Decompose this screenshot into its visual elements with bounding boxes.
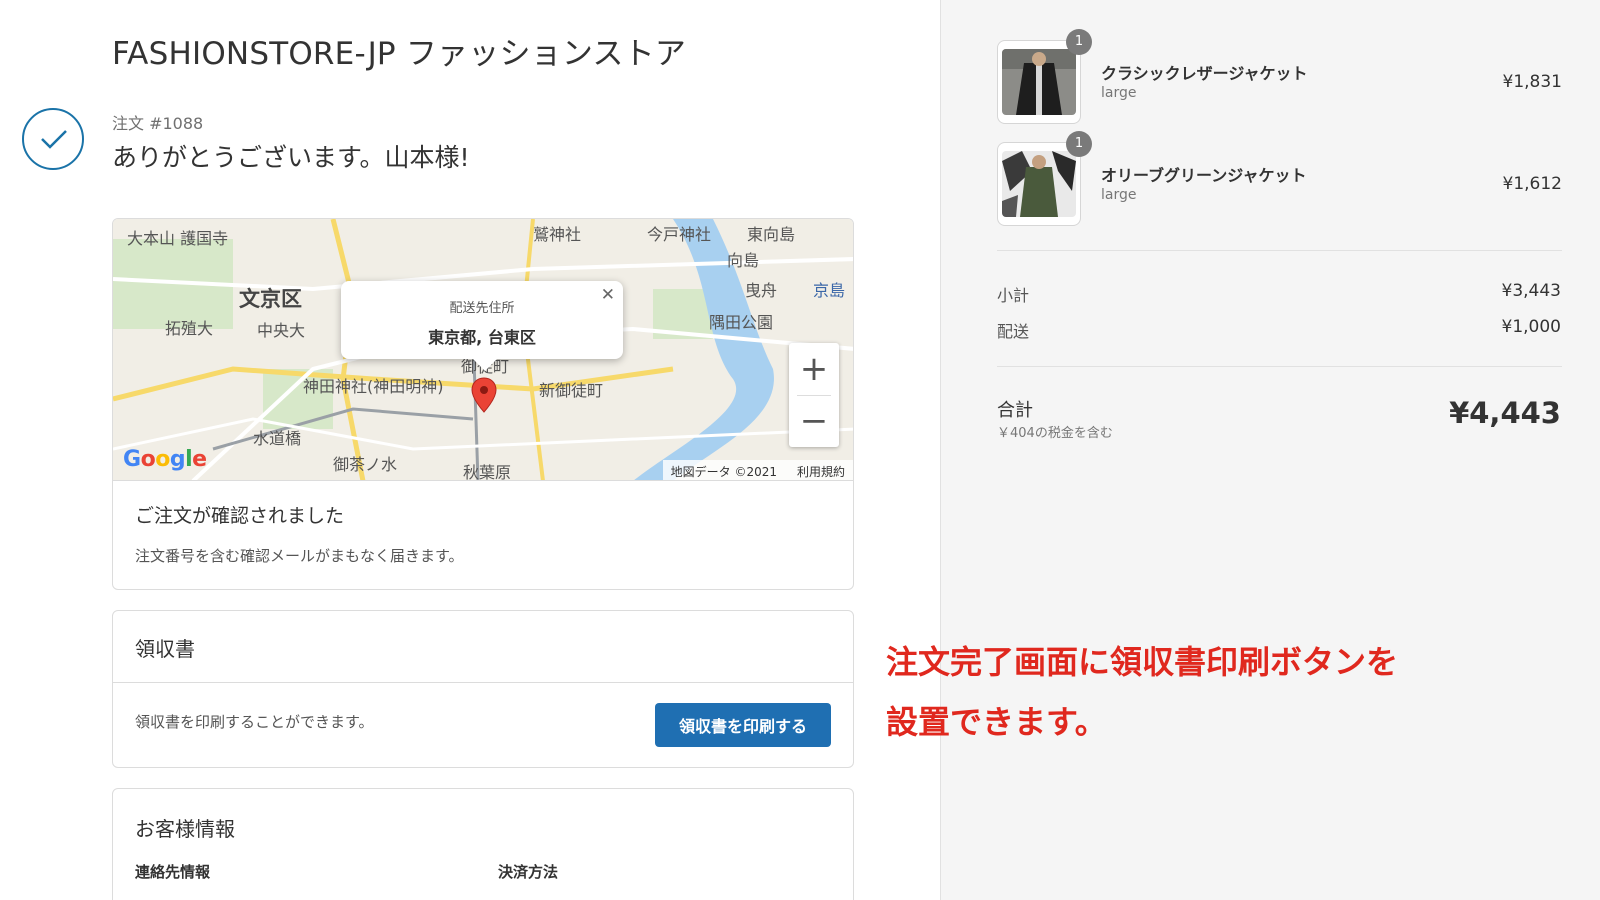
- subtotal-label: 小計: [997, 286, 1030, 305]
- tax-note: ￥404の税金を含む: [997, 426, 1113, 441]
- map-label: 文京区: [239, 287, 302, 311]
- payment-method-label: 決済方法: [498, 863, 559, 881]
- contact-info-label: 連絡先情報: [135, 863, 211, 881]
- product-thumbnail: 1: [997, 131, 1092, 226]
- print-receipt-button[interactable]: 領収書を印刷する: [655, 703, 831, 747]
- map-attribution: 地図データ ©2021 利用規約: [662, 460, 853, 480]
- close-icon[interactable]: ✕: [601, 285, 615, 305]
- map-label: 曳舟: [745, 281, 778, 300]
- map-label: 拓殖大: [165, 319, 214, 338]
- receipt-description: 領収書を印刷することができます。: [135, 713, 374, 731]
- popup-title: 配送先住所: [449, 301, 515, 316]
- map-label: 神田神社(神田明神): [303, 377, 444, 396]
- popup-address: 東京都, 台東区: [428, 328, 536, 347]
- map-label: 京島: [813, 281, 846, 300]
- item-name: クラシックレザージャケット: [1101, 64, 1308, 83]
- map-data-attribution: 地図データ ©2021: [670, 465, 777, 479]
- shipping-label: 配送: [997, 322, 1030, 341]
- map-label: 水道橋: [253, 429, 302, 448]
- map-label: 隅田公園: [709, 313, 774, 332]
- annotation-line-1: 注文完了画面に領収書印刷ボタンを: [886, 643, 1399, 681]
- divider: [997, 250, 1562, 251]
- shipping-value: ¥1,000: [1501, 317, 1561, 337]
- annotation-line-2: 設置できます。: [886, 703, 1107, 741]
- map-label: 向島: [727, 251, 760, 270]
- zoom-in-button[interactable]: +: [789, 343, 839, 395]
- map-label: 御茶ノ水: [333, 455, 398, 474]
- total-value: ¥4,443: [1449, 396, 1561, 430]
- store-title: FASHIONSTORE-JP ファッションストア: [112, 36, 687, 72]
- map-label: 秋葉原: [463, 463, 512, 481]
- map-label: 新御徒町: [539, 381, 604, 400]
- divider: [997, 366, 1562, 367]
- order-status-card: 大本山 護国寺 鷲神社 今戸神社 東向島 文京区 拓殖大 中央大 曳舟 京島 隅…: [112, 218, 854, 590]
- google-logo: Google: [123, 447, 207, 472]
- quantity-badge: 1: [1066, 29, 1092, 55]
- map-label: 今戸神社: [647, 225, 712, 244]
- zoom-out-button[interactable]: −: [789, 395, 839, 447]
- annotation-text: 注文完了画面に領収書印刷ボタンを 設置できます。: [886, 632, 1398, 752]
- order-summary-sidebar: 1 クラシックレザージャケット large ¥1,831 1 オリーブグリーンジ…: [940, 0, 1600, 900]
- quantity-badge: 1: [1066, 131, 1092, 157]
- product-thumbnail: 1: [997, 29, 1092, 124]
- customer-info-card: お客様情報 連絡先情報 決済方法: [112, 788, 854, 900]
- total-label: 合計: [997, 400, 1033, 421]
- map-terms-link[interactable]: 利用規約: [797, 463, 845, 479]
- item-price: ¥1,612: [1502, 174, 1562, 194]
- map-label: 中央大: [257, 321, 306, 340]
- confirmation-title: ご注文が確認されました: [135, 505, 345, 527]
- map-label: 東向島: [747, 225, 796, 244]
- line-item: 1 クラシックレザージャケット large ¥1,831: [997, 29, 1562, 124]
- map-label: 鷲神社: [533, 225, 582, 244]
- receipt-title: 領収書: [113, 611, 853, 683]
- item-name: オリーブグリーンジャケット: [1101, 166, 1307, 185]
- order-number: 注文 #1088: [112, 114, 204, 133]
- location-pin-icon: [471, 377, 497, 413]
- receipt-card: 領収書 領収書を印刷することができます。 領収書を印刷する: [112, 610, 854, 768]
- customer-info-title: お客様情報: [135, 817, 235, 841]
- item-price: ¥1,831: [1502, 72, 1562, 92]
- subtotal-value: ¥3,443: [1501, 281, 1561, 301]
- item-variant: large: [1101, 187, 1137, 203]
- map-label: 大本山 護国寺: [127, 229, 229, 248]
- delivery-map[interactable]: 大本山 護国寺 鷲神社 今戸神社 東向島 文京区 拓殖大 中央大 曳舟 京島 隅…: [113, 219, 853, 481]
- line-item: 1 オリーブグリーンジャケット large ¥1,612: [997, 131, 1562, 226]
- confirmation-description: 注文番号を含む確認メールがまもなく届きます。: [135, 547, 464, 565]
- item-variant: large: [1101, 85, 1137, 101]
- thank-you-message: ありがとうございます。山本様!: [112, 143, 470, 172]
- delivery-address-popup: 配送先住所 東京都, 台東区 ✕: [341, 281, 623, 371]
- map-zoom-controls: + −: [789, 343, 839, 447]
- checkmark-icon: [22, 108, 84, 170]
